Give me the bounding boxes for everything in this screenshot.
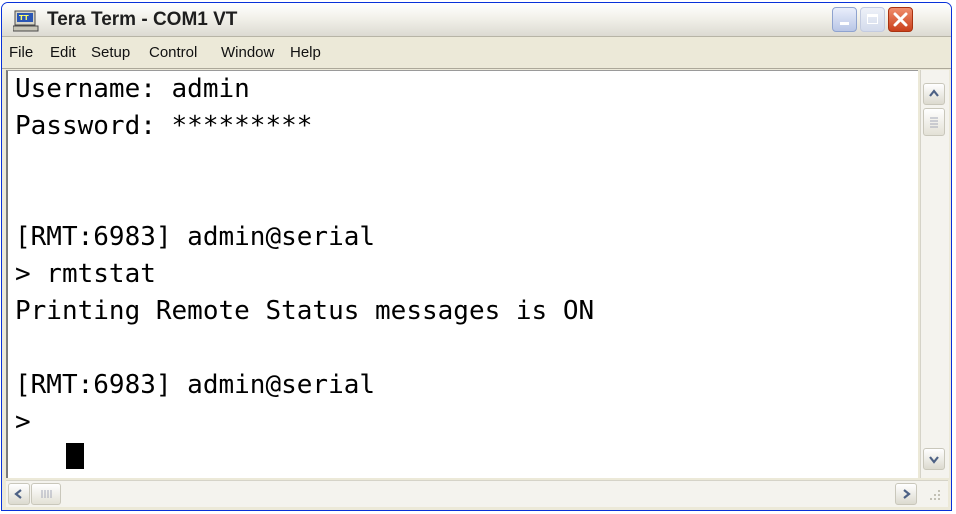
teraterm-window: TT Tera Term - COM1 VT File Edit Setup C… (1, 2, 952, 511)
terminal-line: [RMT:6983] admin@serial (15, 370, 376, 400)
menu-edit[interactable]: Edit (50, 44, 76, 61)
minimize-button[interactable] (832, 7, 857, 32)
scroll-up-arrow-icon (929, 89, 939, 97)
window-title: Tera Term - COM1 VT (47, 9, 238, 30)
scroll-up-button[interactable] (923, 83, 945, 105)
terminal-line: Printing Remote Status messages is ON (15, 296, 595, 326)
scroll-left-arrow-icon (14, 489, 22, 499)
menu-file[interactable]: File (9, 44, 33, 61)
horizontal-scroll-thumb[interactable] (31, 483, 61, 505)
scroll-down-button[interactable] (923, 448, 945, 470)
menu-bar: File Edit Setup Control Window Help (2, 37, 951, 69)
horizontal-scrollbar[interactable] (6, 480, 948, 507)
menu-control[interactable]: Control (149, 44, 197, 61)
terminal-line: Password: ********* (15, 111, 313, 141)
vertical-scroll-thumb[interactable] (923, 108, 945, 136)
scroll-right-button[interactable] (895, 483, 917, 505)
close-icon (893, 12, 908, 27)
block-cursor (66, 443, 84, 469)
terminal-line: [RMT:6983] admin@serial (15, 222, 376, 252)
svg-text:TT: TT (19, 14, 29, 22)
menu-window[interactable]: Window (221, 44, 274, 61)
teraterm-app-icon: TT (13, 10, 39, 32)
terminal-line: > rmtstat (15, 259, 156, 289)
terminal-line: Username: admin (15, 74, 250, 104)
resize-grip-icon[interactable] (924, 484, 944, 504)
terminal-area[interactable]: Username: admin Password: ********* [RMT… (6, 70, 918, 478)
scroll-thumb-grip-icon (41, 490, 52, 498)
scroll-left-button[interactable] (8, 483, 30, 505)
maximize-button[interactable] (860, 7, 885, 32)
scroll-thumb-grip-icon (930, 117, 938, 128)
scroll-down-arrow-icon (929, 456, 939, 464)
terminal-line: > (15, 407, 47, 437)
close-button[interactable] (888, 7, 913, 32)
scroll-right-arrow-icon (903, 489, 911, 499)
menu-setup[interactable]: Setup (91, 44, 130, 61)
title-bar[interactable]: TT Tera Term - COM1 VT (2, 3, 951, 37)
menu-help[interactable]: Help (290, 44, 321, 61)
vertical-scrollbar[interactable] (920, 70, 949, 478)
